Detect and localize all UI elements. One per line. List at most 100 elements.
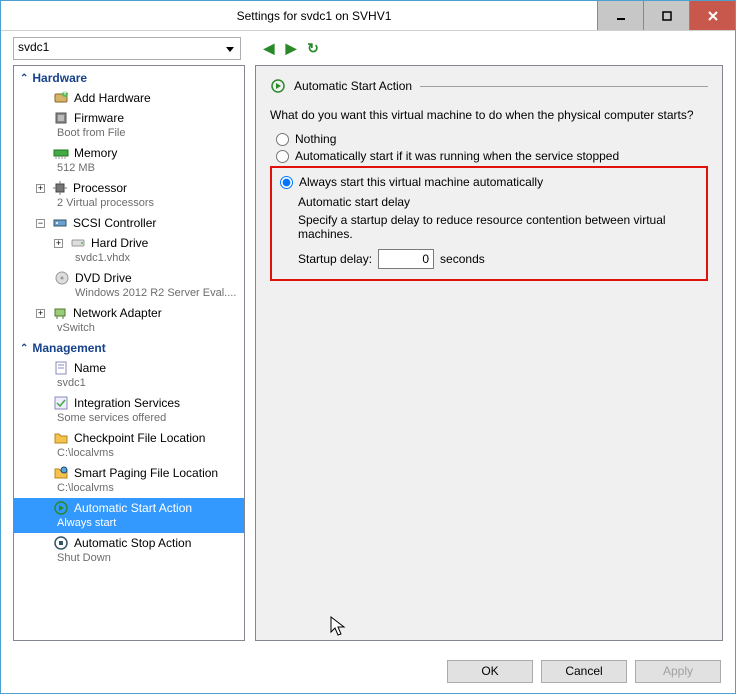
tree-item-desc: vSwitch <box>36 321 244 336</box>
tree-item-label: Automatic Start Action <box>74 501 192 516</box>
radio-autostart-running[interactable]: Automatically start if it was running wh… <box>276 149 708 163</box>
nav-forward-icon[interactable]: ▶ <box>283 40 299 56</box>
expand-icon[interactable]: + <box>36 309 45 318</box>
tree-item-desc: Shut Down <box>36 551 244 566</box>
integration-services-icon <box>53 395 69 411</box>
tree-item-label: Hard Drive <box>91 236 148 251</box>
expand-icon[interactable]: + <box>54 239 63 248</box>
name-icon <box>53 360 69 376</box>
highlight-box: Always start this virtual machine automa… <box>270 166 708 281</box>
radio-nothing-input[interactable] <box>276 133 289 146</box>
radio-nothing[interactable]: Nothing <box>276 132 708 146</box>
tree-item-smart-paging-file-location[interactable]: Smart Paging File LocationC:\localvms <box>14 463 244 498</box>
tree-item-add-hardware[interactable]: + Add Hardware <box>14 88 244 108</box>
radio-nothing-label: Nothing <box>295 132 336 146</box>
tree-item-desc: Some services offered <box>36 411 244 426</box>
expand-icon[interactable]: + <box>36 184 45 193</box>
radio-autostart-running-label: Automatically start if it was running wh… <box>295 149 619 163</box>
tree-item-network-adapter[interactable]: + Network AdaptervSwitch <box>14 303 244 338</box>
section-label: Management <box>32 341 105 355</box>
window-title: Settings for svdc1 on SVHV1 <box>31 9 597 23</box>
autostart-icon <box>270 78 286 94</box>
tree-item-desc: 512 MB <box>36 161 244 176</box>
minimize-button[interactable] <box>597 1 643 30</box>
tree-item-desc: svdc1 <box>36 376 244 391</box>
radio-always[interactable]: Always start this virtual machine automa… <box>280 175 698 189</box>
tree-item-label: Smart Paging File Location <box>74 466 218 481</box>
chevron-icon: ⌃ <box>20 73 28 84</box>
delay-unit: seconds <box>440 252 485 266</box>
tree-item-processor[interactable]: + Processor2 Virtual processors <box>14 178 244 213</box>
tree-item-label: Processor <box>73 181 127 196</box>
delay-label: Startup delay: <box>298 252 372 266</box>
tree-item-dvd-drive[interactable]: DVD DriveWindows 2012 R2 Server Eval.... <box>14 268 244 303</box>
refresh-icon[interactable]: ↻ <box>305 40 321 56</box>
tree-item-desc: Boot from File <box>36 126 244 141</box>
nav-back-icon[interactable]: ◀ <box>261 40 277 56</box>
tree-item-label: Memory <box>74 146 117 161</box>
processor-icon <box>52 180 68 196</box>
automatic-stop-action-icon <box>53 535 69 551</box>
expand-icon[interactable]: − <box>36 219 45 228</box>
add-hardware-icon: + <box>53 90 69 106</box>
svg-text:+: + <box>61 90 68 99</box>
group-desc: Specify a startup delay to reduce resour… <box>298 213 698 241</box>
divider-line <box>420 86 708 87</box>
content-panel: Automatic Start Action What do you want … <box>255 65 723 641</box>
question-text: What do you want this virtual machine to… <box>270 108 708 122</box>
tree-item-automatic-stop-action[interactable]: Automatic Stop ActionShut Down <box>14 533 244 568</box>
vm-selector-dropdown[interactable]: svdc1 <box>13 37 241 60</box>
startup-delay-input[interactable] <box>378 249 434 269</box>
radio-always-label: Always start this virtual machine automa… <box>299 175 543 189</box>
tree-item-label: Firmware <box>74 111 124 126</box>
tree-item-label: Automatic Stop Action <box>74 536 191 551</box>
tree-item-label: Checkpoint File Location <box>74 431 205 446</box>
scsi-controller-icon <box>52 215 68 231</box>
tree-item-desc: C:\localvms <box>36 481 244 496</box>
apply-button[interactable]: Apply <box>635 660 721 683</box>
smart-paging-file-location-icon <box>53 465 69 481</box>
tree-item-desc: svdc1.vhdx <box>54 251 244 266</box>
hard-drive-icon <box>70 235 86 251</box>
section-header-management[interactable]: ⌃ Management <box>14 338 244 358</box>
tree-item-firmware[interactable]: FirmwareBoot from File <box>14 108 244 143</box>
checkpoint-file-location-icon <box>53 430 69 446</box>
section-header-hardware[interactable]: ⌃ Hardware <box>14 68 244 88</box>
automatic-start-action-icon <box>53 500 69 516</box>
tree-item-automatic-start-action[interactable]: Automatic Start ActionAlways start <box>14 498 244 533</box>
chevron-icon: ⌃ <box>20 343 28 354</box>
tree-item-desc: Always start <box>36 516 244 531</box>
dvd-drive-icon <box>54 270 70 286</box>
tree-item-checkpoint-file-location[interactable]: Checkpoint File LocationC:\localvms <box>14 428 244 463</box>
settings-tree[interactable]: ⌃ Hardware + Add Hardware FirmwareBoot from … <box>13 65 245 641</box>
tree-item-label: Add Hardware <box>74 91 151 106</box>
title-bar: Settings for svdc1 on SVHV1 <box>1 1 735 31</box>
maximize-button[interactable] <box>643 1 689 30</box>
tree-item-name[interactable]: Namesvdc1 <box>14 358 244 393</box>
tree-item-integration-services[interactable]: Integration ServicesSome services offere… <box>14 393 244 428</box>
firmware-icon <box>53 110 69 126</box>
tree-item-hard-drive[interactable]: + Hard Drivesvdc1.vhdx <box>14 233 244 268</box>
tree-item-desc: C:\localvms <box>36 446 244 461</box>
network-adapter-icon <box>52 305 68 321</box>
tree-item-desc: 2 Virtual processors <box>36 196 244 211</box>
tree-item-scsi-controller[interactable]: − SCSI Controller <box>14 213 244 233</box>
vm-selector-value: svdc1 <box>18 40 49 54</box>
tree-item-label: DVD Drive <box>75 271 132 286</box>
dialog-footer: OK Cancel Apply <box>1 649 735 693</box>
tree-item-desc: Windows 2012 R2 Server Eval.... <box>54 286 244 301</box>
content-title: Automatic Start Action <box>294 79 412 93</box>
tree-item-label: Name <box>74 361 106 376</box>
toolbar: svdc1 ◀ ▶ ↻ <box>1 31 735 65</box>
ok-button[interactable]: OK <box>447 660 533 683</box>
section-label: Hardware <box>32 71 87 85</box>
group-title: Automatic start delay <box>298 195 698 209</box>
radio-always-input[interactable] <box>280 176 293 189</box>
memory-icon <box>53 145 69 161</box>
tree-item-label: SCSI Controller <box>73 216 156 231</box>
cancel-button[interactable]: Cancel <box>541 660 627 683</box>
close-button[interactable] <box>689 1 735 30</box>
radio-autostart-running-input[interactable] <box>276 150 289 163</box>
tree-item-label: Network Adapter <box>73 306 162 321</box>
tree-item-memory[interactable]: Memory512 MB <box>14 143 244 178</box>
